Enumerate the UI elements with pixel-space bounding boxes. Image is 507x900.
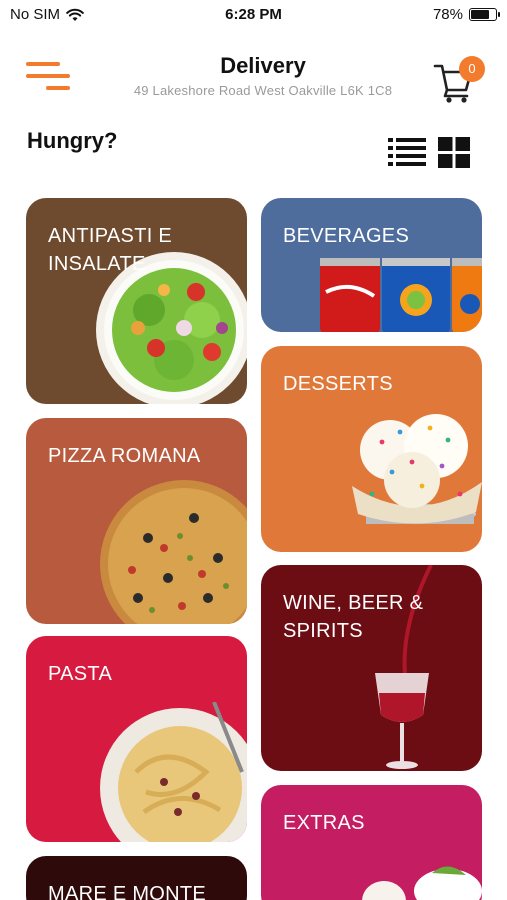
category-tile-beverages[interactable]: BEVERAGES (261, 198, 482, 332)
category-label: DESSERTS (283, 373, 393, 395)
battery-percent: 78% (432, 6, 463, 23)
delivery-address: 49 Lakeshore Road West Oakville L6K 1C8 (133, 83, 393, 98)
category-tile-pizza-romana[interactable]: PIZZA ROMANA (26, 418, 247, 624)
cart-count-badge: 0 (459, 56, 485, 82)
category-label: WINE, BEER & SPIRITS (283, 592, 424, 642)
header-center[interactable]: Delivery 49 Lakeshore Road West Oakville… (100, 53, 426, 98)
grid-view-icon[interactable] (438, 137, 470, 168)
status-bar: No SIM 6:28 PM 78% (0, 0, 507, 30)
page-title: Delivery (220, 53, 306, 78)
category-label: MARE E MONTE (48, 883, 207, 900)
category-label: PASTA (48, 663, 113, 685)
cart-button[interactable]: 0 (433, 56, 485, 103)
category-tile-wine-beer-spirits[interactable]: WINE, BEER & SPIRITS (261, 565, 482, 771)
battery-icon (469, 8, 500, 21)
extras-dish-image (362, 866, 482, 900)
category-tile-mare-e-monte[interactable]: MARE E MONTE (26, 856, 247, 900)
category-label: PIZZA ROMANA (48, 445, 201, 467)
list-view-icon[interactable] (388, 137, 426, 168)
status-right: 78% (432, 6, 500, 23)
pasta-plate-image (100, 702, 247, 842)
category-label: ANTIPASTI E INSALATE (48, 225, 173, 275)
section-heading: Hungry? (27, 128, 118, 153)
pizza-image (100, 480, 247, 624)
category-tile-pasta[interactable]: PASTA (26, 636, 247, 842)
menu-icon-bar-bottom (46, 86, 70, 90)
status-time: 6:28 PM (225, 6, 282, 23)
category-label: EXTRAS (283, 812, 365, 834)
category-tile-antipasti-e-insalate[interactable]: ANTIPASTI E INSALATE (26, 198, 247, 404)
category-label: BEVERAGES (283, 225, 410, 247)
menu-icon-bar-middle (26, 74, 70, 78)
category-tile-extras[interactable]: EXTRAS (261, 785, 482, 900)
menu-icon-bar-top (26, 62, 60, 66)
soda-cans-image (320, 258, 482, 332)
category-tile-desserts[interactable]: DESSERTS (261, 346, 482, 552)
ice-cream-image (352, 414, 482, 524)
menu-button[interactable] (26, 58, 72, 94)
header: Delivery 49 Lakeshore Road West Oakville… (0, 50, 507, 110)
